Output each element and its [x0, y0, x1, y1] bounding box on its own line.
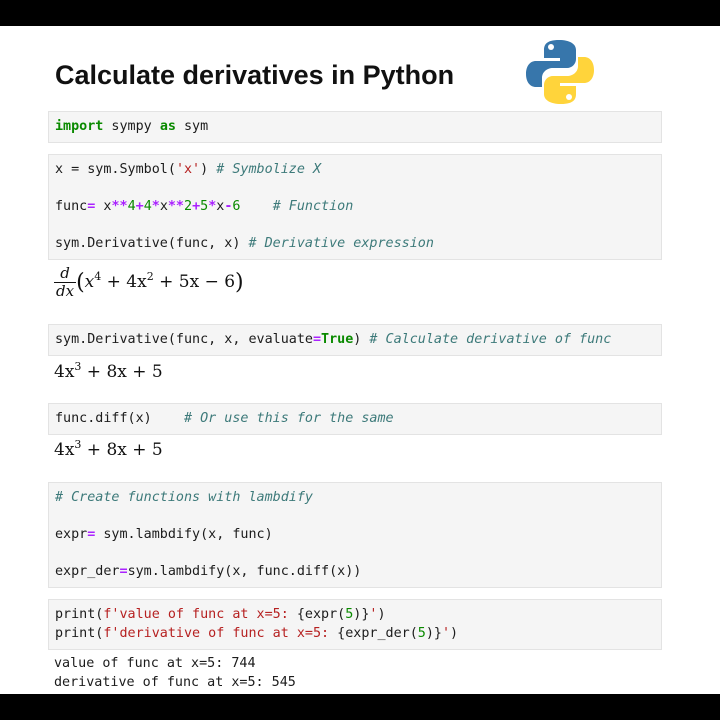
- number: 5: [417, 626, 426, 641]
- operator: =: [312, 332, 322, 347]
- math-text: + 8x + 5: [81, 440, 163, 460]
- code-line: func.diff(x) # Or use this for the same: [55, 410, 394, 428]
- math-text: 4x: [54, 362, 75, 382]
- operator: +: [135, 199, 144, 214]
- string: f'derivative of func at x=5:: [103, 626, 338, 641]
- comment: # Or use this for the same: [184, 411, 394, 426]
- keyword: True: [321, 332, 354, 347]
- operator: **: [111, 199, 128, 214]
- code-text: sym.lambdify(x, func.diff(x)): [127, 564, 362, 579]
- code-line: expr_der=sym.lambdify(x, func.diff(x)): [55, 563, 361, 581]
- code-cell-import[interactable]: import sympy as sym: [48, 111, 662, 143]
- string: f'value of func at x=5:: [103, 607, 297, 622]
- code-text: x: [95, 199, 112, 214]
- code-text: ): [377, 607, 386, 622]
- operator: +: [192, 199, 201, 214]
- code-text: )}: [353, 607, 370, 622]
- code-text: x: [159, 199, 168, 214]
- python-logo-icon: [526, 40, 594, 104]
- operator: *: [151, 199, 160, 214]
- code-text: sym.Derivative(func, x, evaluate: [55, 332, 313, 347]
- comment: # Function: [272, 199, 354, 214]
- math-text: + 5x − 6: [153, 272, 236, 292]
- code-line: sym.Derivative(func, x, evaluate=True) #…: [55, 331, 611, 349]
- code-line: print(f'derivative of func at x=5: {expr…: [55, 625, 458, 643]
- code-text: func.diff(x): [55, 411, 152, 426]
- number: 4: [127, 199, 136, 214]
- number: 4: [143, 199, 152, 214]
- output-derivative-expression: d dx (x4 + 4x2 + 5x − 6): [54, 265, 244, 300]
- code-text: x = sym.Symbol(: [55, 162, 176, 177]
- fraction-denominator: dx: [56, 282, 75, 300]
- code-line: # Create functions with lambdify: [55, 489, 313, 507]
- code-text: print(: [55, 626, 104, 641]
- code-line: func= x**4+4*x**2+5*x-6 # Function: [55, 198, 353, 216]
- keyword: as: [159, 119, 176, 134]
- math-text: 4x: [54, 440, 75, 460]
- code-line: import sympy as sym: [55, 118, 208, 136]
- code-cell-print[interactable]: print(f'value of func at x=5: {expr(5)}'…: [48, 599, 662, 650]
- fraction: d dx: [54, 265, 77, 300]
- code-cell-evaluate[interactable]: sym.Derivative(func, x, evaluate=True) #…: [48, 324, 662, 356]
- code-text: print(: [55, 607, 104, 622]
- code-line: sym.Derivative(func, x) # Derivative exp…: [55, 235, 434, 253]
- number: 2: [184, 199, 193, 214]
- code-cell-lambdify[interactable]: # Create functions with lambdify expr= s…: [48, 482, 662, 588]
- comment: # Symbolize X: [216, 162, 322, 177]
- output-diff-result: 4x3 + 8x + 5: [54, 439, 163, 460]
- code-text: {expr(: [296, 607, 346, 622]
- operator: **: [167, 199, 184, 214]
- code-text: ): [200, 162, 217, 177]
- paren-open: (: [76, 270, 85, 295]
- print-output-value: value of func at x=5: 744: [54, 656, 256, 671]
- code-text: ): [450, 626, 459, 641]
- code-cell-diff[interactable]: func.diff(x) # Or use this for the same: [48, 403, 662, 435]
- code-text: sym.lambdify(x, func): [95, 527, 273, 542]
- code-line: expr= sym.lambdify(x, func): [55, 526, 273, 544]
- math-var: x: [84, 272, 95, 292]
- code-text: ): [353, 332, 370, 347]
- paren-close: ): [235, 270, 244, 295]
- code-line: x = sym.Symbol('x') # Symbolize X: [55, 161, 321, 179]
- string: ': [441, 626, 451, 641]
- output-derivative-result: 4x3 + 8x + 5: [54, 361, 163, 382]
- code-text: sympy: [103, 119, 160, 134]
- code-text: {expr_der(: [337, 626, 418, 641]
- fraction-numerator: d: [54, 265, 77, 283]
- code-text: func: [55, 199, 88, 214]
- code-text: )}: [425, 626, 442, 641]
- code-text: expr: [55, 527, 88, 542]
- code-text: sym: [175, 119, 209, 134]
- keyword: import: [55, 119, 104, 134]
- code-text: sym.Derivative(func, x): [55, 236, 249, 251]
- comment: # Derivative expression: [248, 236, 434, 251]
- code-cell-symbol[interactable]: x = sym.Symbol('x') # Symbolize X func= …: [48, 154, 662, 260]
- string: 'x': [175, 162, 201, 177]
- comment: # Create functions with lambdify: [55, 490, 313, 505]
- slide: Calculate derivatives in Python import s…: [0, 26, 720, 694]
- operator: =: [119, 564, 128, 579]
- math-text: + 4x: [101, 272, 147, 292]
- comment: # Calculate derivative of func: [369, 332, 612, 347]
- code-line: print(f'value of func at x=5: {expr(5)}'…: [55, 606, 386, 624]
- math-text: + 8x + 5: [81, 362, 163, 382]
- code-text: expr_der: [55, 564, 120, 579]
- number: 5: [200, 199, 209, 214]
- page-title: Calculate derivatives in Python: [55, 60, 455, 90]
- print-output-derivative: derivative of func at x=5: 545: [54, 675, 296, 690]
- exponent: 2: [146, 270, 154, 283]
